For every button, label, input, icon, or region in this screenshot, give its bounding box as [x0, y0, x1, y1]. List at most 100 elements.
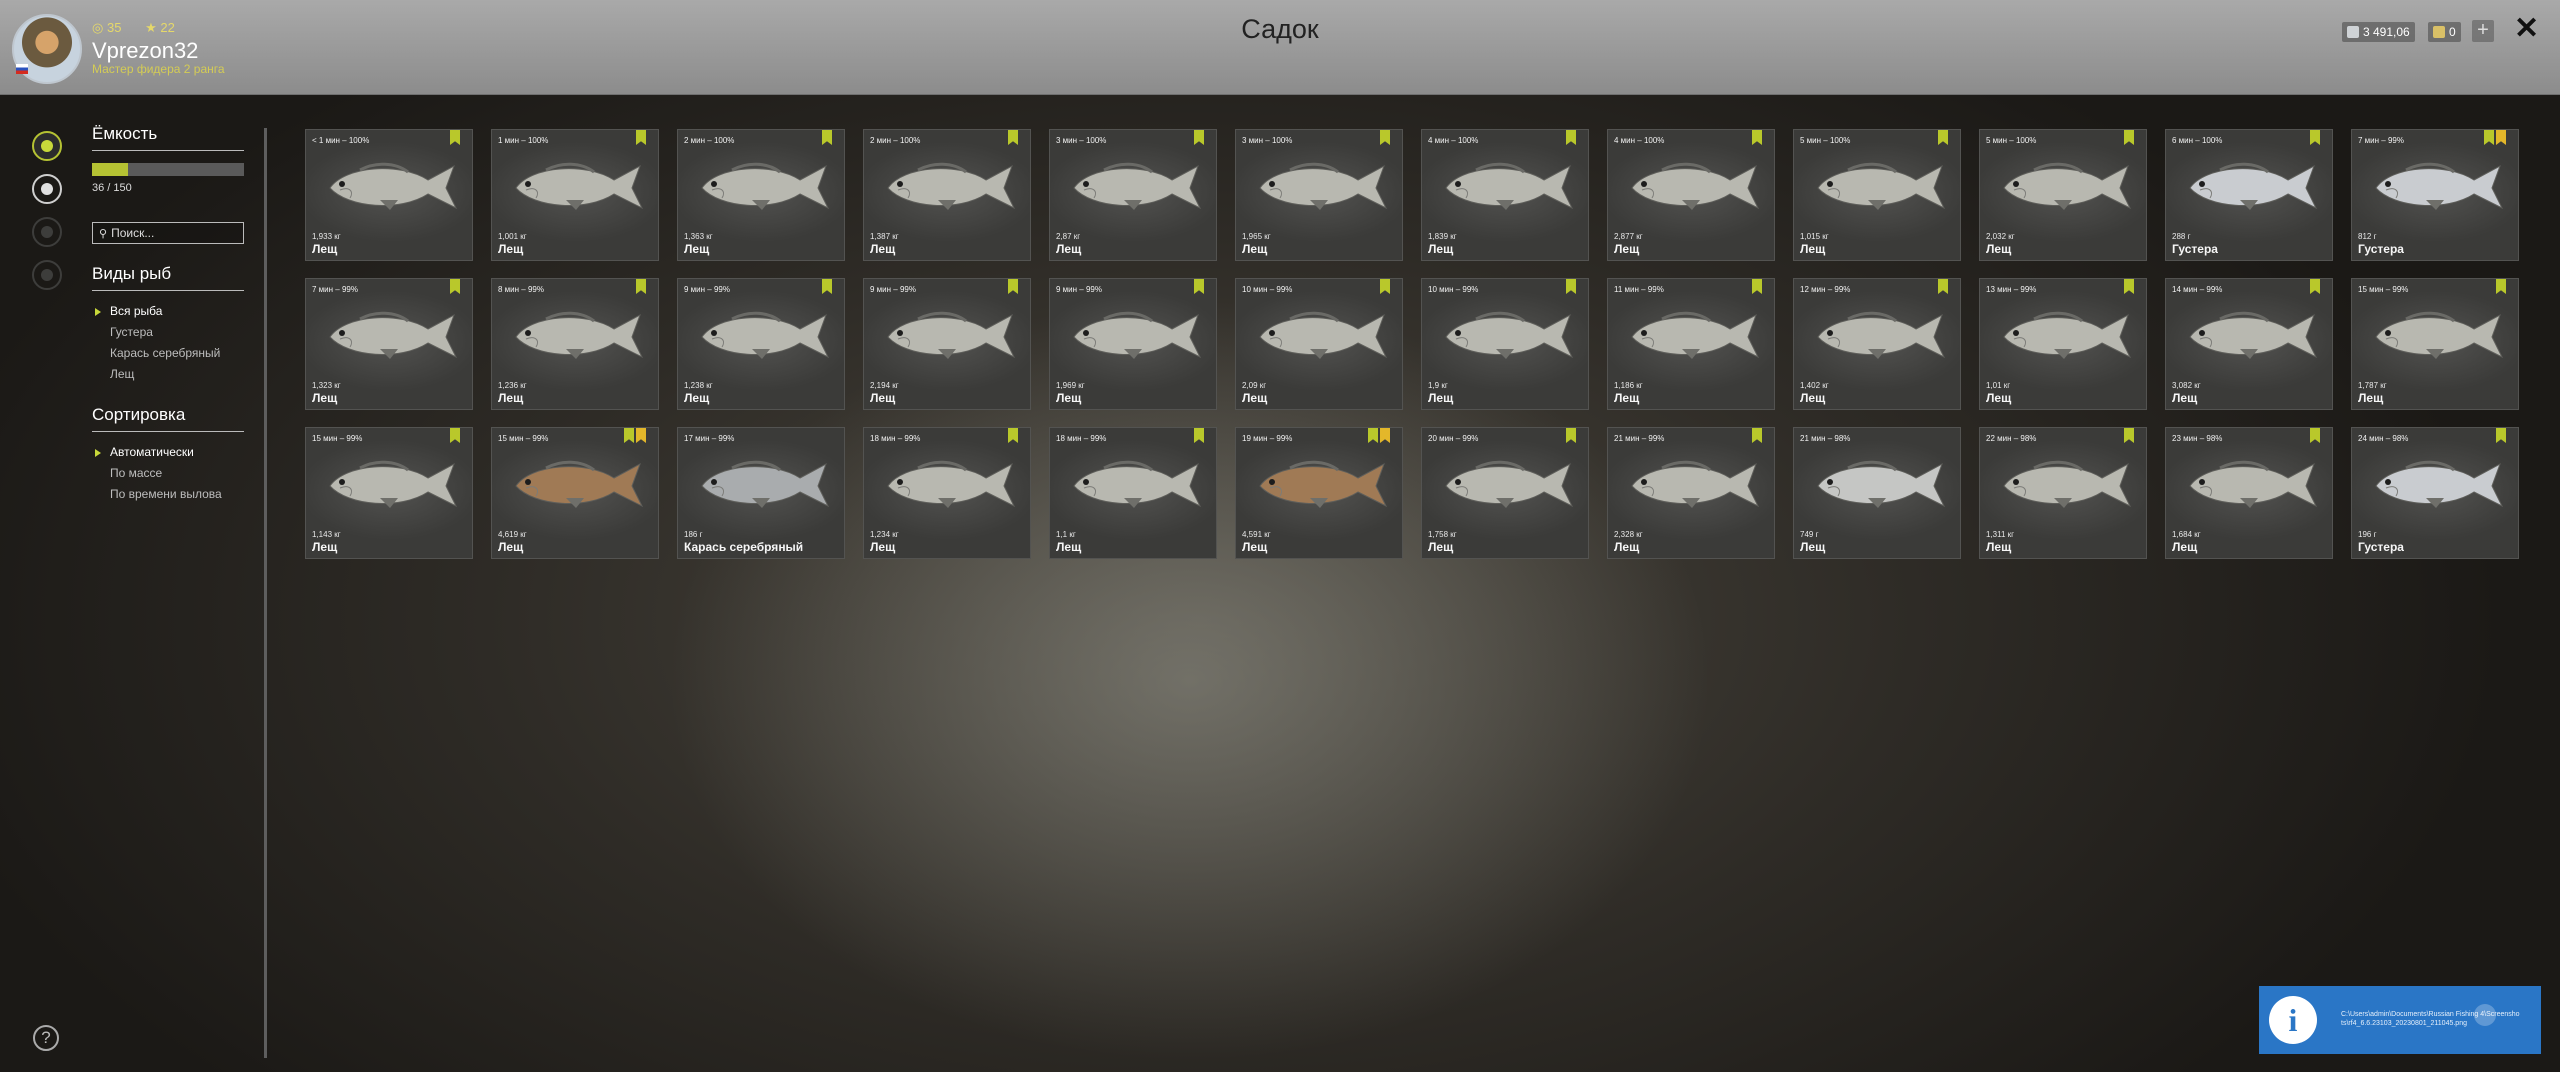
fish-weight: 812 г [2358, 232, 2377, 241]
fish-card[interactable]: 11 мин – 99% 1,186 кг Лещ [1607, 278, 1775, 410]
bookmark-icon [2496, 428, 2506, 443]
fish-weight: 1,236 кг [498, 381, 527, 390]
fish-image [1817, 460, 1946, 508]
fish-card[interactable]: 2 мин – 100% 1,363 кг Лещ [677, 129, 845, 261]
fish-card[interactable]: 15 мин – 99% 1,143 кг Лещ [305, 427, 473, 559]
fish-name: Лещ [2358, 391, 2384, 405]
fish-card[interactable]: 21 мин – 99% 2,328 кг Лещ [1607, 427, 1775, 559]
fish-card[interactable]: 17 мин – 99% 186 г Карась серебряный [677, 427, 845, 559]
fish-image [329, 311, 458, 359]
badges [1194, 130, 1204, 145]
fish-image [1259, 460, 1388, 508]
fish-name: Лещ [870, 242, 896, 256]
selected-arrow-icon [95, 308, 101, 316]
sort-by-time[interactable]: По времени вылова [92, 484, 244, 505]
bookmark-icon [2310, 130, 2320, 145]
close-button[interactable]: ✕ [2514, 12, 2539, 46]
bookmark-icon [2124, 279, 2134, 294]
fish-card[interactable]: 21 мин – 98% 749 г Лещ [1793, 427, 1961, 559]
species-karas[interactable]: Карась серебряный [92, 343, 244, 364]
locked-tab-icon [41, 226, 53, 238]
catch-time: 21 мин – 99% [1614, 434, 1665, 443]
catch-time: 12 мин – 99% [1800, 285, 1851, 294]
badges [1938, 130, 1948, 145]
fish-image [1631, 311, 1760, 359]
badges [636, 279, 646, 294]
fish-card[interactable]: 9 мин – 99% 1,969 кг Лещ [1049, 278, 1217, 410]
fish-card[interactable]: 20 мин – 99% 1,758 кг Лещ [1421, 427, 1589, 559]
fish-card[interactable]: 3 мин – 100% 1,965 кг Лещ [1235, 129, 1403, 261]
bookmark-icon [1566, 130, 1576, 145]
fish-card[interactable]: 14 мин – 99% 3,082 кг Лещ [2165, 278, 2333, 410]
fish-card[interactable]: 7 мин – 99% 812 г Густера [2351, 129, 2519, 261]
fish-weight: 1,238 кг [684, 381, 713, 390]
fish-card[interactable]: 6 мин – 100% 288 г Густера [2165, 129, 2333, 261]
fish-name: Лещ [1800, 540, 1826, 554]
fish-card[interactable]: 7 мин – 99% 1,323 кг Лещ [305, 278, 473, 410]
fish-card[interactable]: < 1 мин – 100% 1,933 кг Лещ [305, 129, 473, 261]
country-flag-icon [16, 64, 28, 74]
screenshot-notification[interactable]: i C:\Users\admin\Documents\Russian Fishi… [2259, 986, 2541, 1054]
fish-image [515, 460, 644, 508]
fish-card[interactable]: 4 мин – 100% 1,839 кг Лещ [1421, 129, 1589, 261]
fish-card[interactable]: 22 мин – 98% 1,311 кг Лещ [1979, 427, 2147, 559]
fish-card[interactable]: 2 мин – 100% 1,387 кг Лещ [863, 129, 1031, 261]
search-box[interactable]: ⚲ [92, 222, 244, 244]
bookmark-icon [450, 428, 460, 443]
fish-card[interactable]: 9 мин – 99% 1,238 кг Лещ [677, 278, 845, 410]
tab-keepnet[interactable] [32, 174, 62, 204]
bookmark-icon [1368, 428, 1378, 443]
fish-name: Лещ [1800, 242, 1826, 256]
sort-by-weight[interactable]: По массе [92, 463, 244, 484]
fish-name: Лещ [870, 540, 896, 554]
fish-card[interactable]: 8 мин – 99% 1,236 кг Лещ [491, 278, 659, 410]
catch-time: 9 мин – 99% [684, 285, 730, 294]
tab-fish-tank[interactable] [32, 131, 62, 161]
fish-name: Лещ [870, 391, 896, 405]
fish-image [1073, 162, 1202, 210]
fish-card[interactable]: 10 мин – 99% 2,09 кг Лещ [1235, 278, 1403, 410]
fish-card[interactable]: 18 мин – 99% 1,234 кг Лещ [863, 427, 1031, 559]
fish-card[interactable]: 5 мин – 100% 1,015 кг Лещ [1793, 129, 1961, 261]
badges [1752, 130, 1762, 145]
sort-auto[interactable]: Автоматически [92, 442, 244, 463]
catch-time: 22 мин – 98% [1986, 434, 2037, 443]
trophy-badge-icon [636, 428, 646, 443]
fish-card[interactable]: 19 мин – 99% 4,591 кг Лещ [1235, 427, 1403, 559]
fish-card[interactable]: 13 мин – 99% 1,01 кг Лещ [1979, 278, 2147, 410]
fish-card[interactable]: 1 мин – 100% 1,001 кг Лещ [491, 129, 659, 261]
fish-image [515, 311, 644, 359]
fish-card[interactable]: 5 мин – 100% 2,032 кг Лещ [1979, 129, 2147, 261]
search-input[interactable] [111, 226, 232, 240]
badges [1938, 279, 1948, 294]
fish-card[interactable]: 23 мин – 98% 1,684 кг Лещ [2165, 427, 2333, 559]
open-folder-button[interactable] [2474, 1004, 2496, 1026]
fish-weight: 1,969 кг [1056, 381, 1085, 390]
fish-weight: 4,619 кг [498, 530, 527, 539]
fish-image [2003, 311, 2132, 359]
add-currency-button[interactable]: + [2472, 20, 2494, 42]
catch-time: 7 мин – 99% [2358, 136, 2404, 145]
fish-card[interactable]: 15 мин – 99% 1,787 кг Лещ [2351, 278, 2519, 410]
fish-card[interactable]: 9 мин – 99% 2,194 кг Лещ [863, 278, 1031, 410]
species-list: Вся рыба Густера Карась серебряный Лещ [92, 301, 244, 385]
tab-disabled-2[interactable] [32, 260, 62, 290]
fish-card[interactable]: 12 мин – 99% 1,402 кг Лещ [1793, 278, 1961, 410]
fish-card[interactable]: 4 мин – 100% 2,877 кг Лещ [1607, 129, 1775, 261]
fish-card[interactable]: 18 мин – 99% 1,1 кг Лещ [1049, 427, 1217, 559]
fish-card[interactable]: 24 мин – 98% 196 г Густера [2351, 427, 2519, 559]
fish-weight: 1,311 кг [1986, 530, 2015, 539]
tab-disabled-1[interactable] [32, 217, 62, 247]
species-leshch[interactable]: Лещ [92, 364, 244, 385]
sort-list: Автоматически По массе По времени вылова [92, 442, 244, 505]
fish-card[interactable]: 10 мин – 99% 1,9 кг Лещ [1421, 278, 1589, 410]
species-gustera[interactable]: Густера [92, 322, 244, 343]
fish-card[interactable]: 3 мин – 100% 2,87 кг Лещ [1049, 129, 1217, 261]
badges [822, 130, 832, 145]
badges [1194, 279, 1204, 294]
fish-card[interactable]: 15 мин – 99% 4,619 кг Лещ [491, 427, 659, 559]
fish-weight: 2,09 кг [1242, 381, 1267, 390]
help-icon[interactable]: ? [33, 1025, 59, 1051]
catch-time: 10 мин – 99% [1242, 285, 1293, 294]
species-all[interactable]: Вся рыба [92, 301, 244, 322]
